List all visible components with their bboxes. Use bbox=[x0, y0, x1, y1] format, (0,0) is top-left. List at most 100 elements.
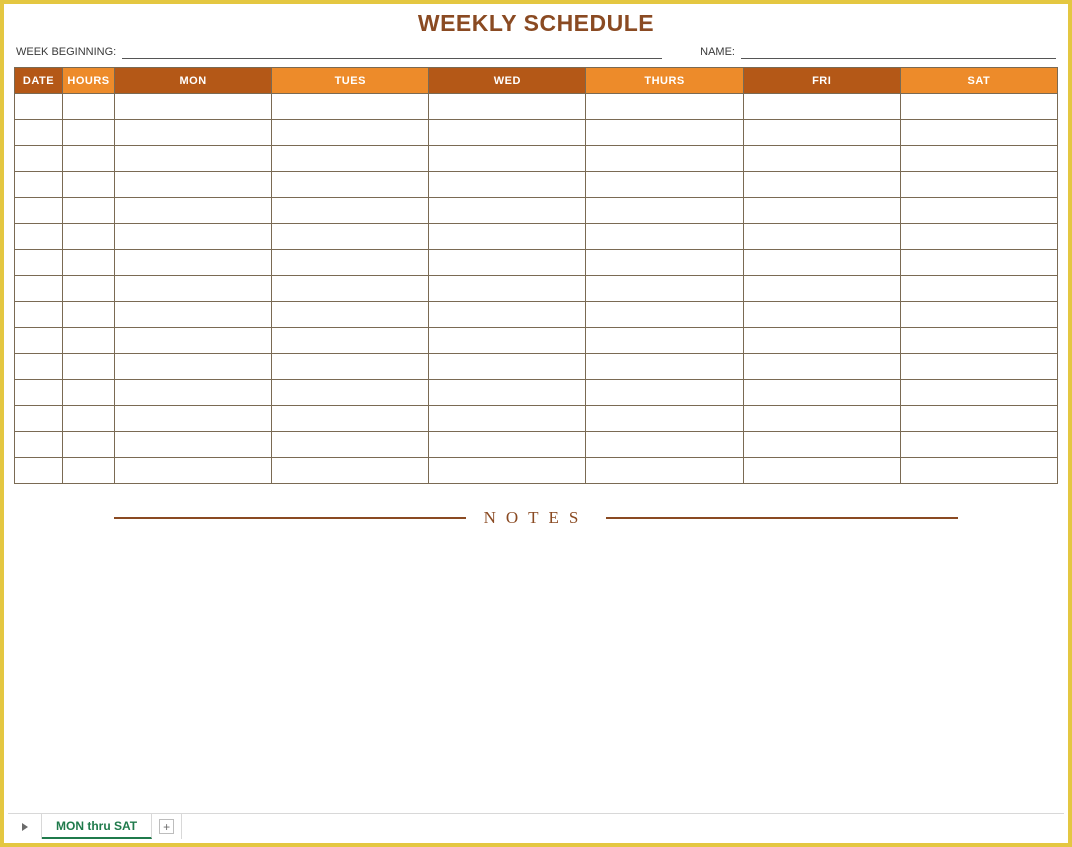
cell-sat[interactable] bbox=[900, 94, 1057, 120]
cell-wed[interactable] bbox=[429, 146, 586, 172]
cell-sat[interactable] bbox=[900, 224, 1057, 250]
cell-hours[interactable] bbox=[63, 198, 115, 224]
cell-date[interactable] bbox=[15, 302, 63, 328]
cell-tues[interactable] bbox=[272, 354, 429, 380]
cell-thurs[interactable] bbox=[586, 432, 743, 458]
cell-mon[interactable] bbox=[115, 458, 272, 484]
cell-date[interactable] bbox=[15, 432, 63, 458]
cell-tues[interactable] bbox=[272, 432, 429, 458]
cell-fri[interactable] bbox=[743, 224, 900, 250]
cell-hours[interactable] bbox=[63, 120, 115, 146]
cell-wed[interactable] bbox=[429, 276, 586, 302]
cell-date[interactable] bbox=[15, 94, 63, 120]
cell-fri[interactable] bbox=[743, 328, 900, 354]
cell-date[interactable] bbox=[15, 354, 63, 380]
cell-date[interactable] bbox=[15, 406, 63, 432]
cell-fri[interactable] bbox=[743, 120, 900, 146]
cell-hours[interactable] bbox=[63, 328, 115, 354]
cell-mon[interactable] bbox=[115, 406, 272, 432]
cell-sat[interactable] bbox=[900, 276, 1057, 302]
cell-mon[interactable] bbox=[115, 276, 272, 302]
cell-sat[interactable] bbox=[900, 198, 1057, 224]
cell-mon[interactable] bbox=[115, 146, 272, 172]
cell-wed[interactable] bbox=[429, 354, 586, 380]
cell-thurs[interactable] bbox=[586, 458, 743, 484]
cell-wed[interactable] bbox=[429, 224, 586, 250]
cell-tues[interactable] bbox=[272, 276, 429, 302]
cell-date[interactable] bbox=[15, 250, 63, 276]
cell-sat[interactable] bbox=[900, 120, 1057, 146]
cell-date[interactable] bbox=[15, 380, 63, 406]
cell-sat[interactable] bbox=[900, 146, 1057, 172]
sheet-tab-active[interactable]: MON thru SAT bbox=[42, 814, 152, 839]
cell-hours[interactable] bbox=[63, 380, 115, 406]
cell-mon[interactable] bbox=[115, 120, 272, 146]
cell-sat[interactable] bbox=[900, 380, 1057, 406]
cell-hours[interactable] bbox=[63, 406, 115, 432]
cell-hours[interactable] bbox=[63, 458, 115, 484]
cell-fri[interactable] bbox=[743, 146, 900, 172]
cell-tues[interactable] bbox=[272, 224, 429, 250]
cell-thurs[interactable] bbox=[586, 120, 743, 146]
cell-thurs[interactable] bbox=[586, 380, 743, 406]
cell-mon[interactable] bbox=[115, 380, 272, 406]
cell-sat[interactable] bbox=[900, 432, 1057, 458]
cell-thurs[interactable] bbox=[586, 250, 743, 276]
cell-fri[interactable] bbox=[743, 94, 900, 120]
cell-wed[interactable] bbox=[429, 406, 586, 432]
cell-date[interactable] bbox=[15, 198, 63, 224]
cell-fri[interactable] bbox=[743, 250, 900, 276]
cell-thurs[interactable] bbox=[586, 302, 743, 328]
cell-tues[interactable] bbox=[272, 172, 429, 198]
cell-fri[interactable] bbox=[743, 276, 900, 302]
cell-sat[interactable] bbox=[900, 302, 1057, 328]
cell-tues[interactable] bbox=[272, 380, 429, 406]
tab-nav-button[interactable] bbox=[8, 814, 42, 839]
cell-wed[interactable] bbox=[429, 120, 586, 146]
cell-tues[interactable] bbox=[272, 458, 429, 484]
cell-wed[interactable] bbox=[429, 458, 586, 484]
cell-wed[interactable] bbox=[429, 302, 586, 328]
cell-mon[interactable] bbox=[115, 224, 272, 250]
cell-hours[interactable] bbox=[63, 432, 115, 458]
cell-thurs[interactable] bbox=[586, 354, 743, 380]
cell-mon[interactable] bbox=[115, 198, 272, 224]
cell-fri[interactable] bbox=[743, 198, 900, 224]
cell-date[interactable] bbox=[15, 328, 63, 354]
cell-date[interactable] bbox=[15, 458, 63, 484]
cell-hours[interactable] bbox=[63, 94, 115, 120]
cell-wed[interactable] bbox=[429, 432, 586, 458]
cell-date[interactable] bbox=[15, 172, 63, 198]
cell-hours[interactable] bbox=[63, 250, 115, 276]
cell-hours[interactable] bbox=[63, 354, 115, 380]
cell-sat[interactable] bbox=[900, 328, 1057, 354]
cell-thurs[interactable] bbox=[586, 224, 743, 250]
cell-hours[interactable] bbox=[63, 172, 115, 198]
add-sheet-button[interactable]: + bbox=[152, 814, 182, 839]
cell-hours[interactable] bbox=[63, 224, 115, 250]
cell-wed[interactable] bbox=[429, 380, 586, 406]
cell-mon[interactable] bbox=[115, 354, 272, 380]
cell-hours[interactable] bbox=[63, 276, 115, 302]
cell-mon[interactable] bbox=[115, 432, 272, 458]
cell-fri[interactable] bbox=[743, 406, 900, 432]
cell-mon[interactable] bbox=[115, 94, 272, 120]
cell-fri[interactable] bbox=[743, 172, 900, 198]
cell-tues[interactable] bbox=[272, 302, 429, 328]
cell-thurs[interactable] bbox=[586, 172, 743, 198]
cell-thurs[interactable] bbox=[586, 146, 743, 172]
cell-fri[interactable] bbox=[743, 380, 900, 406]
cell-fri[interactable] bbox=[743, 458, 900, 484]
cell-sat[interactable] bbox=[900, 250, 1057, 276]
cell-fri[interactable] bbox=[743, 302, 900, 328]
cell-mon[interactable] bbox=[115, 172, 272, 198]
cell-date[interactable] bbox=[15, 224, 63, 250]
cell-thurs[interactable] bbox=[586, 198, 743, 224]
cell-sat[interactable] bbox=[900, 354, 1057, 380]
cell-date[interactable] bbox=[15, 120, 63, 146]
cell-thurs[interactable] bbox=[586, 406, 743, 432]
cell-tues[interactable] bbox=[272, 146, 429, 172]
cell-thurs[interactable] bbox=[586, 94, 743, 120]
cell-date[interactable] bbox=[15, 276, 63, 302]
cell-wed[interactable] bbox=[429, 250, 586, 276]
